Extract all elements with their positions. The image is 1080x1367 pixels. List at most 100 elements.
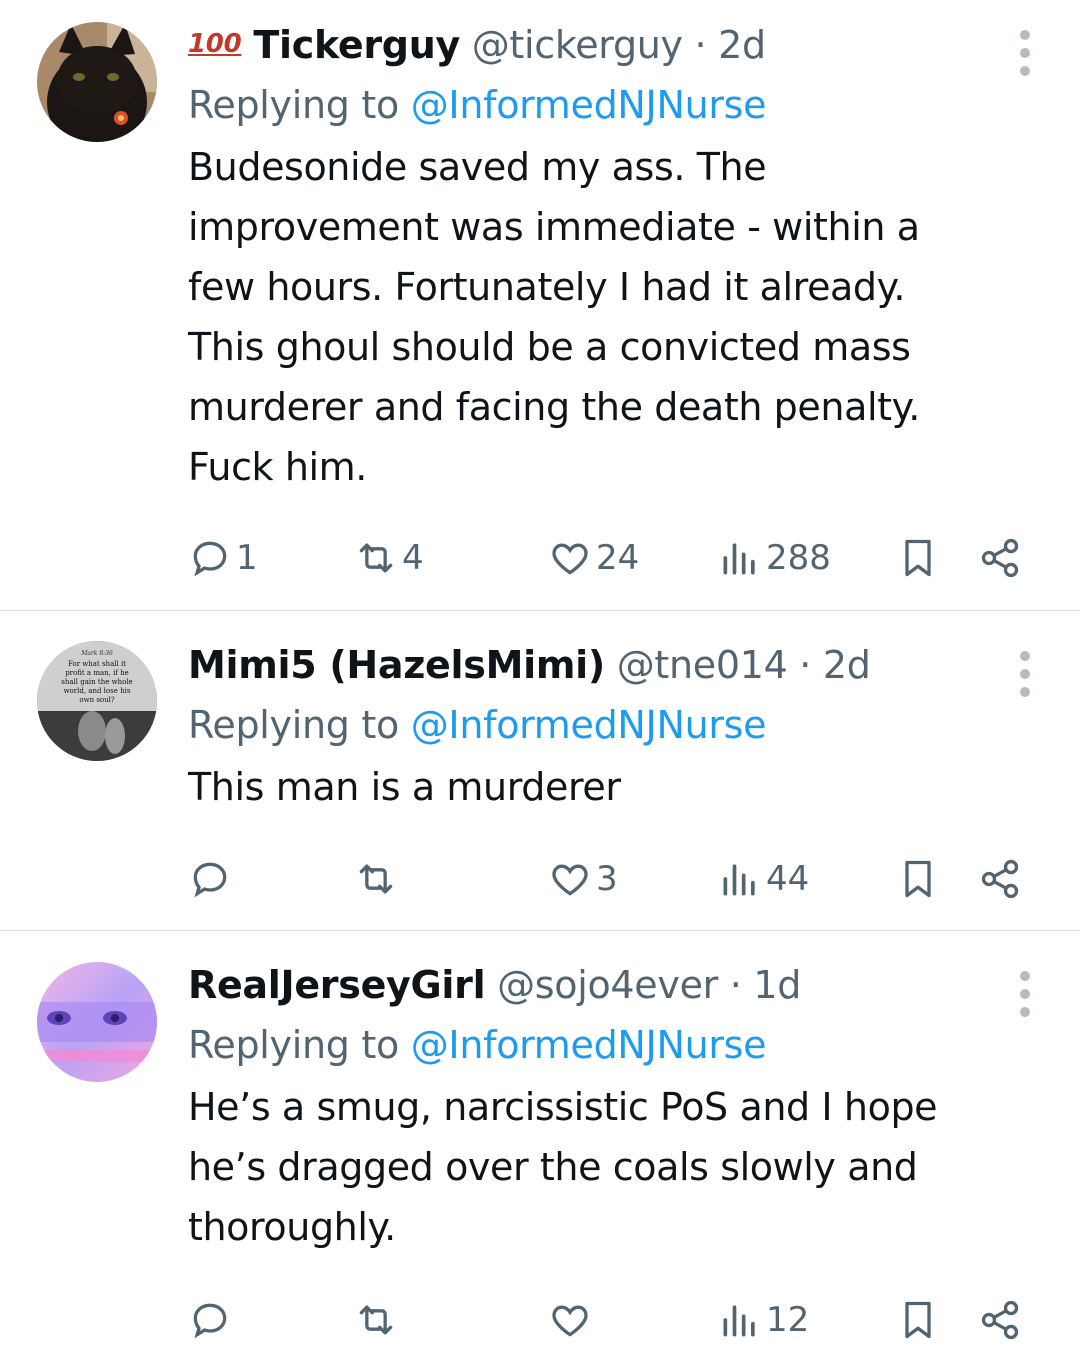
bookmark-button[interactable] (896, 854, 940, 904)
repost-icon (359, 1305, 393, 1335)
share-button[interactable] (978, 854, 1022, 904)
reply-icon (193, 541, 227, 577)
view-count: 12 (766, 1300, 810, 1340)
separator: · (799, 643, 812, 687)
replying-to: Replying to @InformedNJNurse (188, 77, 1020, 133)
share-icon (981, 859, 1019, 899)
tweet-text-line: Fuck him. (188, 445, 367, 489)
views-icon (723, 864, 755, 896)
avatar-verse-line: Mark 8:36 (80, 650, 113, 657)
timestamp[interactable]: 2d (823, 643, 871, 687)
action-bar: 3 44 (188, 854, 1030, 904)
views-icon (723, 543, 755, 575)
tweet-header: RealJerseyGirl @sojo4ever · 1d (188, 961, 1020, 1009)
tweet-text: This man is a murderer (188, 757, 1020, 817)
avatar[interactable] (37, 962, 157, 1082)
scripture-avatar-image: Mark 8:36 For what shall it profit a man… (37, 641, 157, 761)
tweet-text-line: thoroughly. (188, 1205, 396, 1249)
repost-icon (359, 864, 393, 894)
views-icon (723, 1305, 755, 1337)
mention-link[interactable]: @InformedNJNurse (411, 703, 767, 747)
tweet-text-line: This ghoul should be a convicted mass (188, 325, 911, 369)
views-button[interactable]: 44 (718, 854, 809, 904)
reply-button[interactable] (188, 854, 236, 904)
mention-link[interactable]: @InformedNJNurse (411, 83, 767, 127)
avatar-verse-line: shall gain the whole (61, 678, 132, 686)
share-icon (981, 1300, 1019, 1340)
tweet-text-line: murderer and facing the death penalty. (188, 385, 920, 429)
tweet-text-line: improvement was immediate - within a (188, 205, 920, 249)
replying-prefix: Replying to (188, 703, 399, 747)
bookmark-icon (905, 1301, 931, 1339)
user-handle[interactable]: @sojo4ever (497, 963, 718, 1007)
view-count: 44 (766, 859, 810, 899)
selfie-avatar-image (37, 962, 157, 1082)
replying-to: Replying to @InformedNJNurse (188, 1017, 1020, 1073)
bookmark-button[interactable] (896, 1295, 940, 1345)
like-icon (552, 864, 588, 896)
replying-prefix: Replying to (188, 83, 399, 127)
avatar-verse-line: For what shall it (68, 660, 126, 668)
tweet[interactable]: 100 Tickerguy @tickerguy · 2d Replying to… (0, 0, 1080, 611)
avatar[interactable]: Mark 8:36 For what shall it profit a man… (37, 641, 157, 761)
repost-button[interactable]: 4 (354, 533, 424, 583)
views-button[interactable]: 288 (718, 533, 831, 583)
more-icon[interactable] (1020, 30, 1032, 76)
tweet-text-line: he’s dragged over the coals slowly and (188, 1145, 918, 1189)
action-bar: 1 4 24 288 (188, 533, 1030, 583)
replying-to: Replying to @InformedNJNurse (188, 697, 1020, 753)
tweet-text-line: Budesonide saved my ass. The (188, 145, 767, 189)
avatar-verse-line: profit a man, if he (65, 669, 129, 677)
like-icon (552, 1305, 588, 1337)
views-button[interactable]: 12 (718, 1295, 809, 1345)
share-icon (981, 538, 1019, 578)
repost-icon (359, 543, 393, 573)
timestamp[interactable]: 1d (753, 963, 801, 1007)
timestamp[interactable]: 2d (718, 23, 766, 67)
display-name[interactable]: RealJerseyGirl (188, 963, 486, 1007)
like-count: 3 (596, 859, 618, 899)
reply-button[interactable] (188, 1295, 236, 1345)
action-bar: 12 (188, 1295, 1030, 1345)
tweet[interactable]: Mark 8:36 For what shall it profit a man… (0, 611, 1080, 931)
reply-icon (193, 862, 227, 898)
replying-prefix: Replying to (188, 1023, 399, 1067)
bookmark-button[interactable] (896, 533, 940, 583)
repost-count: 4 (402, 538, 424, 578)
more-icon[interactable] (1020, 971, 1032, 1017)
tweet[interactable]: RealJerseyGirl @sojo4ever · 1d Replying … (0, 931, 1080, 1367)
share-button[interactable] (978, 1295, 1022, 1345)
share-button[interactable] (978, 533, 1022, 583)
reply-icon (193, 1303, 227, 1339)
avatar-verse-line: own soul? (79, 696, 114, 704)
reply-count: 1 (236, 538, 258, 578)
bookmark-icon (905, 860, 931, 898)
more-icon[interactable] (1020, 651, 1032, 697)
like-icon (552, 543, 588, 575)
tweet-header: Mimi5 (HazelsMimi) @tne014 · 2d (188, 641, 1020, 689)
bookmark-icon (905, 539, 931, 577)
mention-link[interactable]: @InformedNJNurse (411, 1023, 767, 1067)
tweet-text-line: few hours. Fortunately I had it already. (188, 265, 906, 309)
like-button[interactable]: 24 (548, 533, 639, 583)
tweet-text: Budesonide saved my ass. The improvement… (188, 137, 1020, 497)
repost-button[interactable] (354, 854, 402, 904)
avatar-verse-line: world, and lose his (64, 687, 131, 695)
hundred-emoji-icon: 100 (188, 29, 242, 59)
avatar[interactable] (37, 22, 157, 142)
tweet-text: He’s a smug, narcissistic PoS and I hope… (188, 1077, 1020, 1257)
tweet-text-line: This man is a murderer (188, 765, 621, 809)
display-name[interactable]: Tickerguy (253, 23, 460, 67)
separator: · (729, 963, 742, 1007)
cat-avatar-image (37, 22, 157, 142)
display-name[interactable]: Mimi5 (HazelsMimi) (188, 643, 605, 687)
view-count: 288 (766, 538, 831, 578)
like-button[interactable]: 3 (548, 854, 618, 904)
tweet-header: 100 Tickerguy @tickerguy · 2d (188, 20, 1020, 69)
user-handle[interactable]: @tickerguy (472, 23, 683, 67)
user-handle[interactable]: @tne014 (617, 643, 788, 687)
like-button[interactable] (548, 1295, 596, 1345)
repost-button[interactable] (354, 1295, 402, 1345)
reply-button[interactable]: 1 (188, 533, 258, 583)
like-count: 24 (596, 538, 640, 578)
